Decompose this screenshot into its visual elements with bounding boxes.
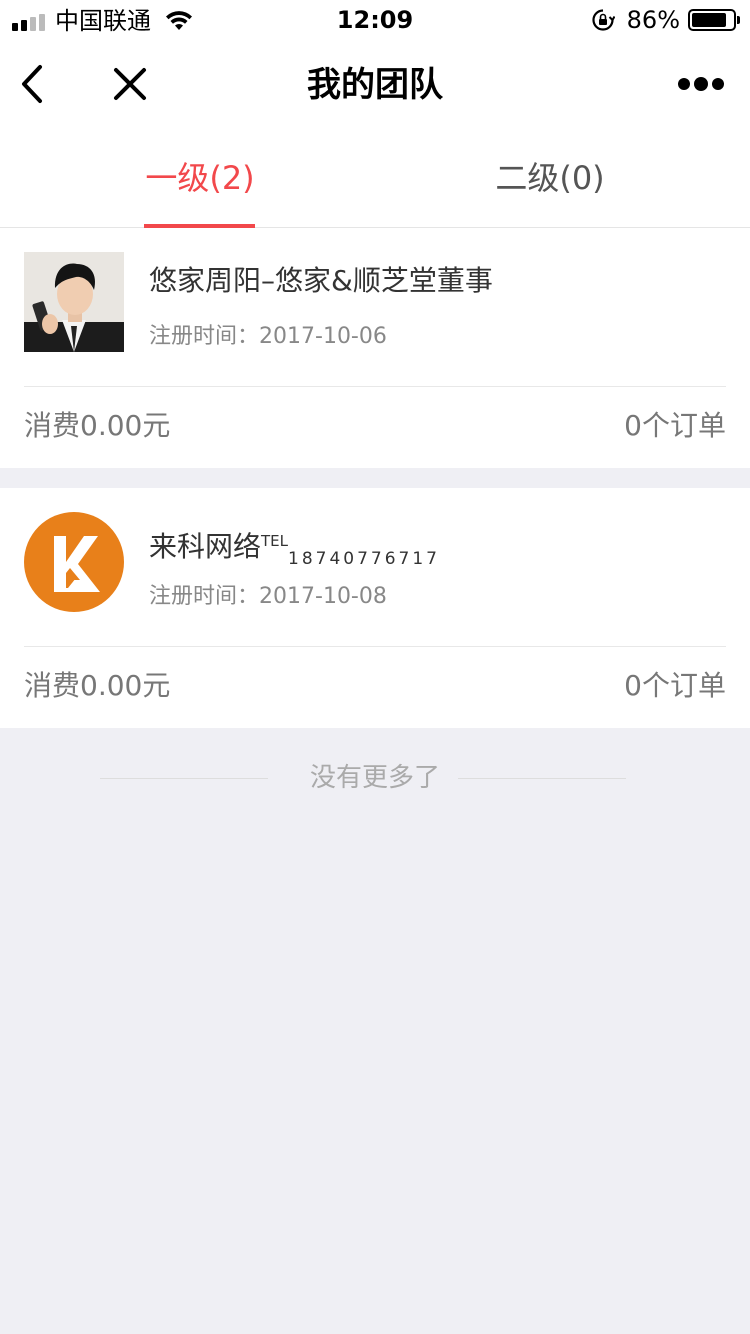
more-dots-icon[interactable] xyxy=(676,70,726,98)
card-divider xyxy=(24,646,726,647)
no-more-indicator: 没有更多了 xyxy=(0,758,750,798)
register-date-value: 2017-10-06 xyxy=(259,324,387,349)
member-name: 悠家周阳–悠家&顺芝堂董事 xyxy=(149,264,493,297)
status-bar: 中国联通 12:09 86% xyxy=(0,0,750,40)
no-more-text: 没有更多了 xyxy=(309,763,440,793)
company-logo-k xyxy=(24,512,124,612)
member-card[interactable]: 来科网络TEL18740776717 注册时间：2017-10-08 消费0.0… xyxy=(0,488,750,728)
register-date: 注册时间：2017-10-06 xyxy=(149,323,387,351)
orientation-lock-icon xyxy=(592,9,615,31)
divider-line-right xyxy=(458,778,626,779)
register-date-label: 注册时间： xyxy=(149,324,260,349)
status-right: 86% xyxy=(591,6,740,34)
member-name-text: 来科网络 xyxy=(149,530,262,563)
member-spend: 消费0.00元 xyxy=(24,669,171,702)
level-tabs: 一级(2) 二级(0) xyxy=(0,128,750,228)
register-date-value: 2017-10-08 xyxy=(259,584,387,609)
tab-level-2[interactable]: 二级(0) xyxy=(494,158,606,198)
battery-icon xyxy=(688,9,740,31)
battery-percent: 86% xyxy=(626,6,680,34)
member-card[interactable]: 悠家周阳–悠家&顺芝堂董事 注册时间：2017-10-06 消费0.00元 0个… xyxy=(0,228,750,468)
register-date: 注册时间：2017-10-08 xyxy=(149,583,387,611)
member-name: 来科网络TEL18740776717 xyxy=(149,523,440,577)
battery-fill xyxy=(692,13,727,27)
card-divider xyxy=(24,386,726,387)
avatar xyxy=(24,252,124,352)
page-title: 我的团队 xyxy=(307,65,443,105)
navigation-bar: 我的团队 xyxy=(0,40,750,128)
tel-label: TEL xyxy=(261,532,289,550)
tab-level-1[interactable]: 一级(2) xyxy=(144,158,256,198)
tel-number: 18740776717 xyxy=(288,549,440,569)
member-orders: 0个订单 xyxy=(624,669,726,702)
member-spend: 消费0.00元 xyxy=(24,409,171,442)
register-date-label: 注册时间： xyxy=(149,584,260,609)
member-orders: 0个订单 xyxy=(624,409,726,442)
